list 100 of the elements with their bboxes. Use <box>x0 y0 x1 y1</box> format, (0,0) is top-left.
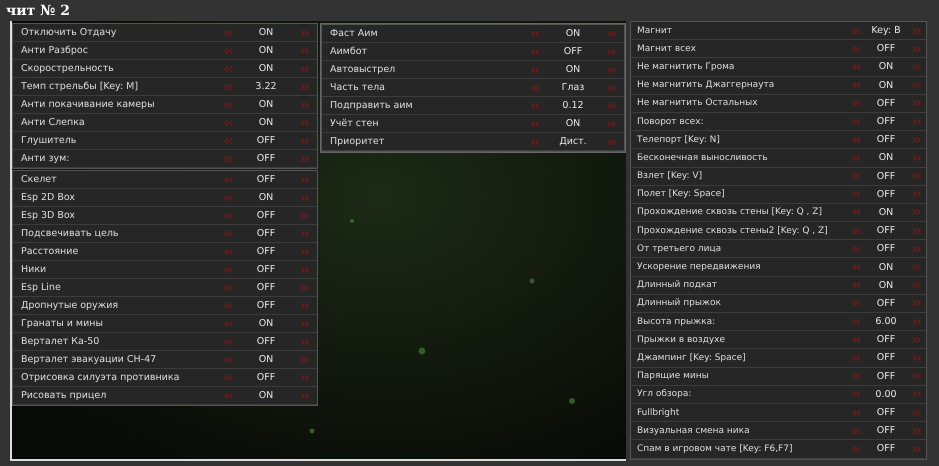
double-chevron-left-icon[interactable] <box>852 336 860 343</box>
double-chevron-right-icon[interactable] <box>300 284 308 290</box>
double-chevron-right-icon[interactable] <box>912 154 920 161</box>
double-chevron-right-icon[interactable] <box>912 118 920 125</box>
double-chevron-left-icon[interactable] <box>224 194 232 200</box>
double-chevron-left-icon[interactable] <box>224 284 232 290</box>
double-chevron-right-icon[interactable] <box>300 338 308 344</box>
double-chevron-left-icon[interactable] <box>224 84 232 90</box>
double-chevron-left-icon[interactable] <box>852 64 860 70</box>
double-chevron-right-icon[interactable] <box>300 66 308 72</box>
double-chevron-left-icon[interactable] <box>224 120 232 126</box>
double-chevron-right-icon[interactable] <box>606 102 616 108</box>
double-chevron-right-icon[interactable] <box>300 266 308 272</box>
double-chevron-left-icon[interactable] <box>852 318 860 325</box>
double-chevron-right-icon[interactable] <box>912 300 920 306</box>
double-chevron-left-icon[interactable] <box>852 354 860 361</box>
double-chevron-left-icon[interactable] <box>224 48 232 54</box>
double-chevron-right-icon[interactable] <box>300 138 308 144</box>
double-chevron-left-icon[interactable] <box>852 391 860 398</box>
double-chevron-right-icon[interactable] <box>300 302 308 308</box>
double-chevron-left-icon[interactable] <box>852 228 860 234</box>
double-chevron-left-icon[interactable] <box>852 154 860 161</box>
double-chevron-right-icon[interactable] <box>912 354 920 361</box>
double-chevron-right-icon[interactable] <box>912 246 920 252</box>
double-chevron-left-icon[interactable] <box>852 209 860 216</box>
double-chevron-right-icon[interactable] <box>300 102 308 108</box>
double-chevron-right-icon[interactable] <box>912 28 920 34</box>
double-chevron-left-icon[interactable] <box>530 138 540 144</box>
double-chevron-right-icon[interactable] <box>606 120 616 126</box>
double-chevron-left-icon[interactable] <box>224 176 232 182</box>
double-chevron-right-icon[interactable] <box>300 392 308 398</box>
double-chevron-left-icon[interactable] <box>530 84 540 90</box>
double-chevron-right-icon[interactable] <box>912 264 920 270</box>
double-chevron-right-icon[interactable] <box>300 156 308 162</box>
double-chevron-right-icon[interactable] <box>300 194 308 200</box>
double-chevron-left-icon[interactable] <box>852 173 860 180</box>
double-chevron-left-icon[interactable] <box>224 30 232 36</box>
double-chevron-right-icon[interactable] <box>912 318 920 325</box>
double-chevron-right-icon[interactable] <box>300 356 308 362</box>
double-chevron-left-icon[interactable] <box>224 266 232 272</box>
double-chevron-left-icon[interactable] <box>852 264 860 270</box>
double-chevron-right-icon[interactable] <box>606 48 616 54</box>
double-chevron-left-icon[interactable] <box>852 428 860 434</box>
double-chevron-left-icon[interactable] <box>852 191 860 198</box>
double-chevron-left-icon[interactable] <box>530 120 540 126</box>
double-chevron-right-icon[interactable] <box>300 176 308 182</box>
double-chevron-left-icon[interactable] <box>224 374 232 380</box>
double-chevron-right-icon[interactable] <box>912 209 920 216</box>
double-chevron-right-icon[interactable] <box>912 228 920 234</box>
double-chevron-right-icon[interactable] <box>912 428 920 434</box>
double-chevron-right-icon[interactable] <box>300 48 308 54</box>
double-chevron-left-icon[interactable] <box>852 300 860 306</box>
double-chevron-left-icon[interactable] <box>852 446 860 452</box>
double-chevron-right-icon[interactable] <box>912 82 920 88</box>
double-chevron-left-icon[interactable] <box>224 248 232 254</box>
double-chevron-right-icon[interactable] <box>300 84 308 90</box>
double-chevron-right-icon[interactable] <box>912 191 920 198</box>
double-chevron-right-icon[interactable] <box>912 410 920 416</box>
double-chevron-left-icon[interactable] <box>852 118 860 125</box>
double-chevron-left-icon[interactable] <box>224 302 232 308</box>
double-chevron-left-icon[interactable] <box>530 30 540 36</box>
double-chevron-left-icon[interactable] <box>852 46 860 52</box>
double-chevron-left-icon[interactable] <box>224 156 232 162</box>
double-chevron-left-icon[interactable] <box>224 338 232 344</box>
double-chevron-right-icon[interactable] <box>912 173 920 180</box>
double-chevron-right-icon[interactable] <box>606 138 616 144</box>
double-chevron-left-icon[interactable] <box>852 246 860 252</box>
double-chevron-right-icon[interactable] <box>606 30 616 36</box>
double-chevron-left-icon[interactable] <box>224 356 232 362</box>
double-chevron-left-icon[interactable] <box>530 48 540 54</box>
double-chevron-left-icon[interactable] <box>852 282 860 288</box>
double-chevron-left-icon[interactable] <box>852 410 860 416</box>
double-chevron-right-icon[interactable] <box>300 374 308 380</box>
double-chevron-left-icon[interactable] <box>852 136 860 143</box>
double-chevron-left-icon[interactable] <box>224 138 232 144</box>
double-chevron-right-icon[interactable] <box>912 391 920 398</box>
double-chevron-right-icon[interactable] <box>912 336 920 343</box>
double-chevron-left-icon[interactable] <box>530 102 540 108</box>
double-chevron-right-icon[interactable] <box>300 320 308 326</box>
double-chevron-left-icon[interactable] <box>224 102 232 108</box>
double-chevron-left-icon[interactable] <box>224 230 232 236</box>
double-chevron-right-icon[interactable] <box>912 373 920 380</box>
double-chevron-right-icon[interactable] <box>300 230 308 236</box>
double-chevron-right-icon[interactable] <box>300 248 308 254</box>
double-chevron-left-icon[interactable] <box>224 212 232 218</box>
double-chevron-right-icon[interactable] <box>300 212 308 218</box>
double-chevron-right-icon[interactable] <box>912 136 920 143</box>
double-chevron-left-icon[interactable] <box>224 392 232 398</box>
double-chevron-right-icon[interactable] <box>606 66 616 72</box>
double-chevron-left-icon[interactable] <box>224 320 232 326</box>
double-chevron-right-icon[interactable] <box>912 446 920 452</box>
double-chevron-left-icon[interactable] <box>852 100 860 106</box>
double-chevron-right-icon[interactable] <box>912 100 920 106</box>
double-chevron-right-icon[interactable] <box>912 46 920 52</box>
double-chevron-right-icon[interactable] <box>606 84 616 90</box>
double-chevron-left-icon[interactable] <box>530 66 540 72</box>
double-chevron-left-icon[interactable] <box>852 28 860 34</box>
double-chevron-right-icon[interactable] <box>912 64 920 70</box>
double-chevron-right-icon[interactable] <box>912 282 920 288</box>
double-chevron-left-icon[interactable] <box>224 66 232 72</box>
